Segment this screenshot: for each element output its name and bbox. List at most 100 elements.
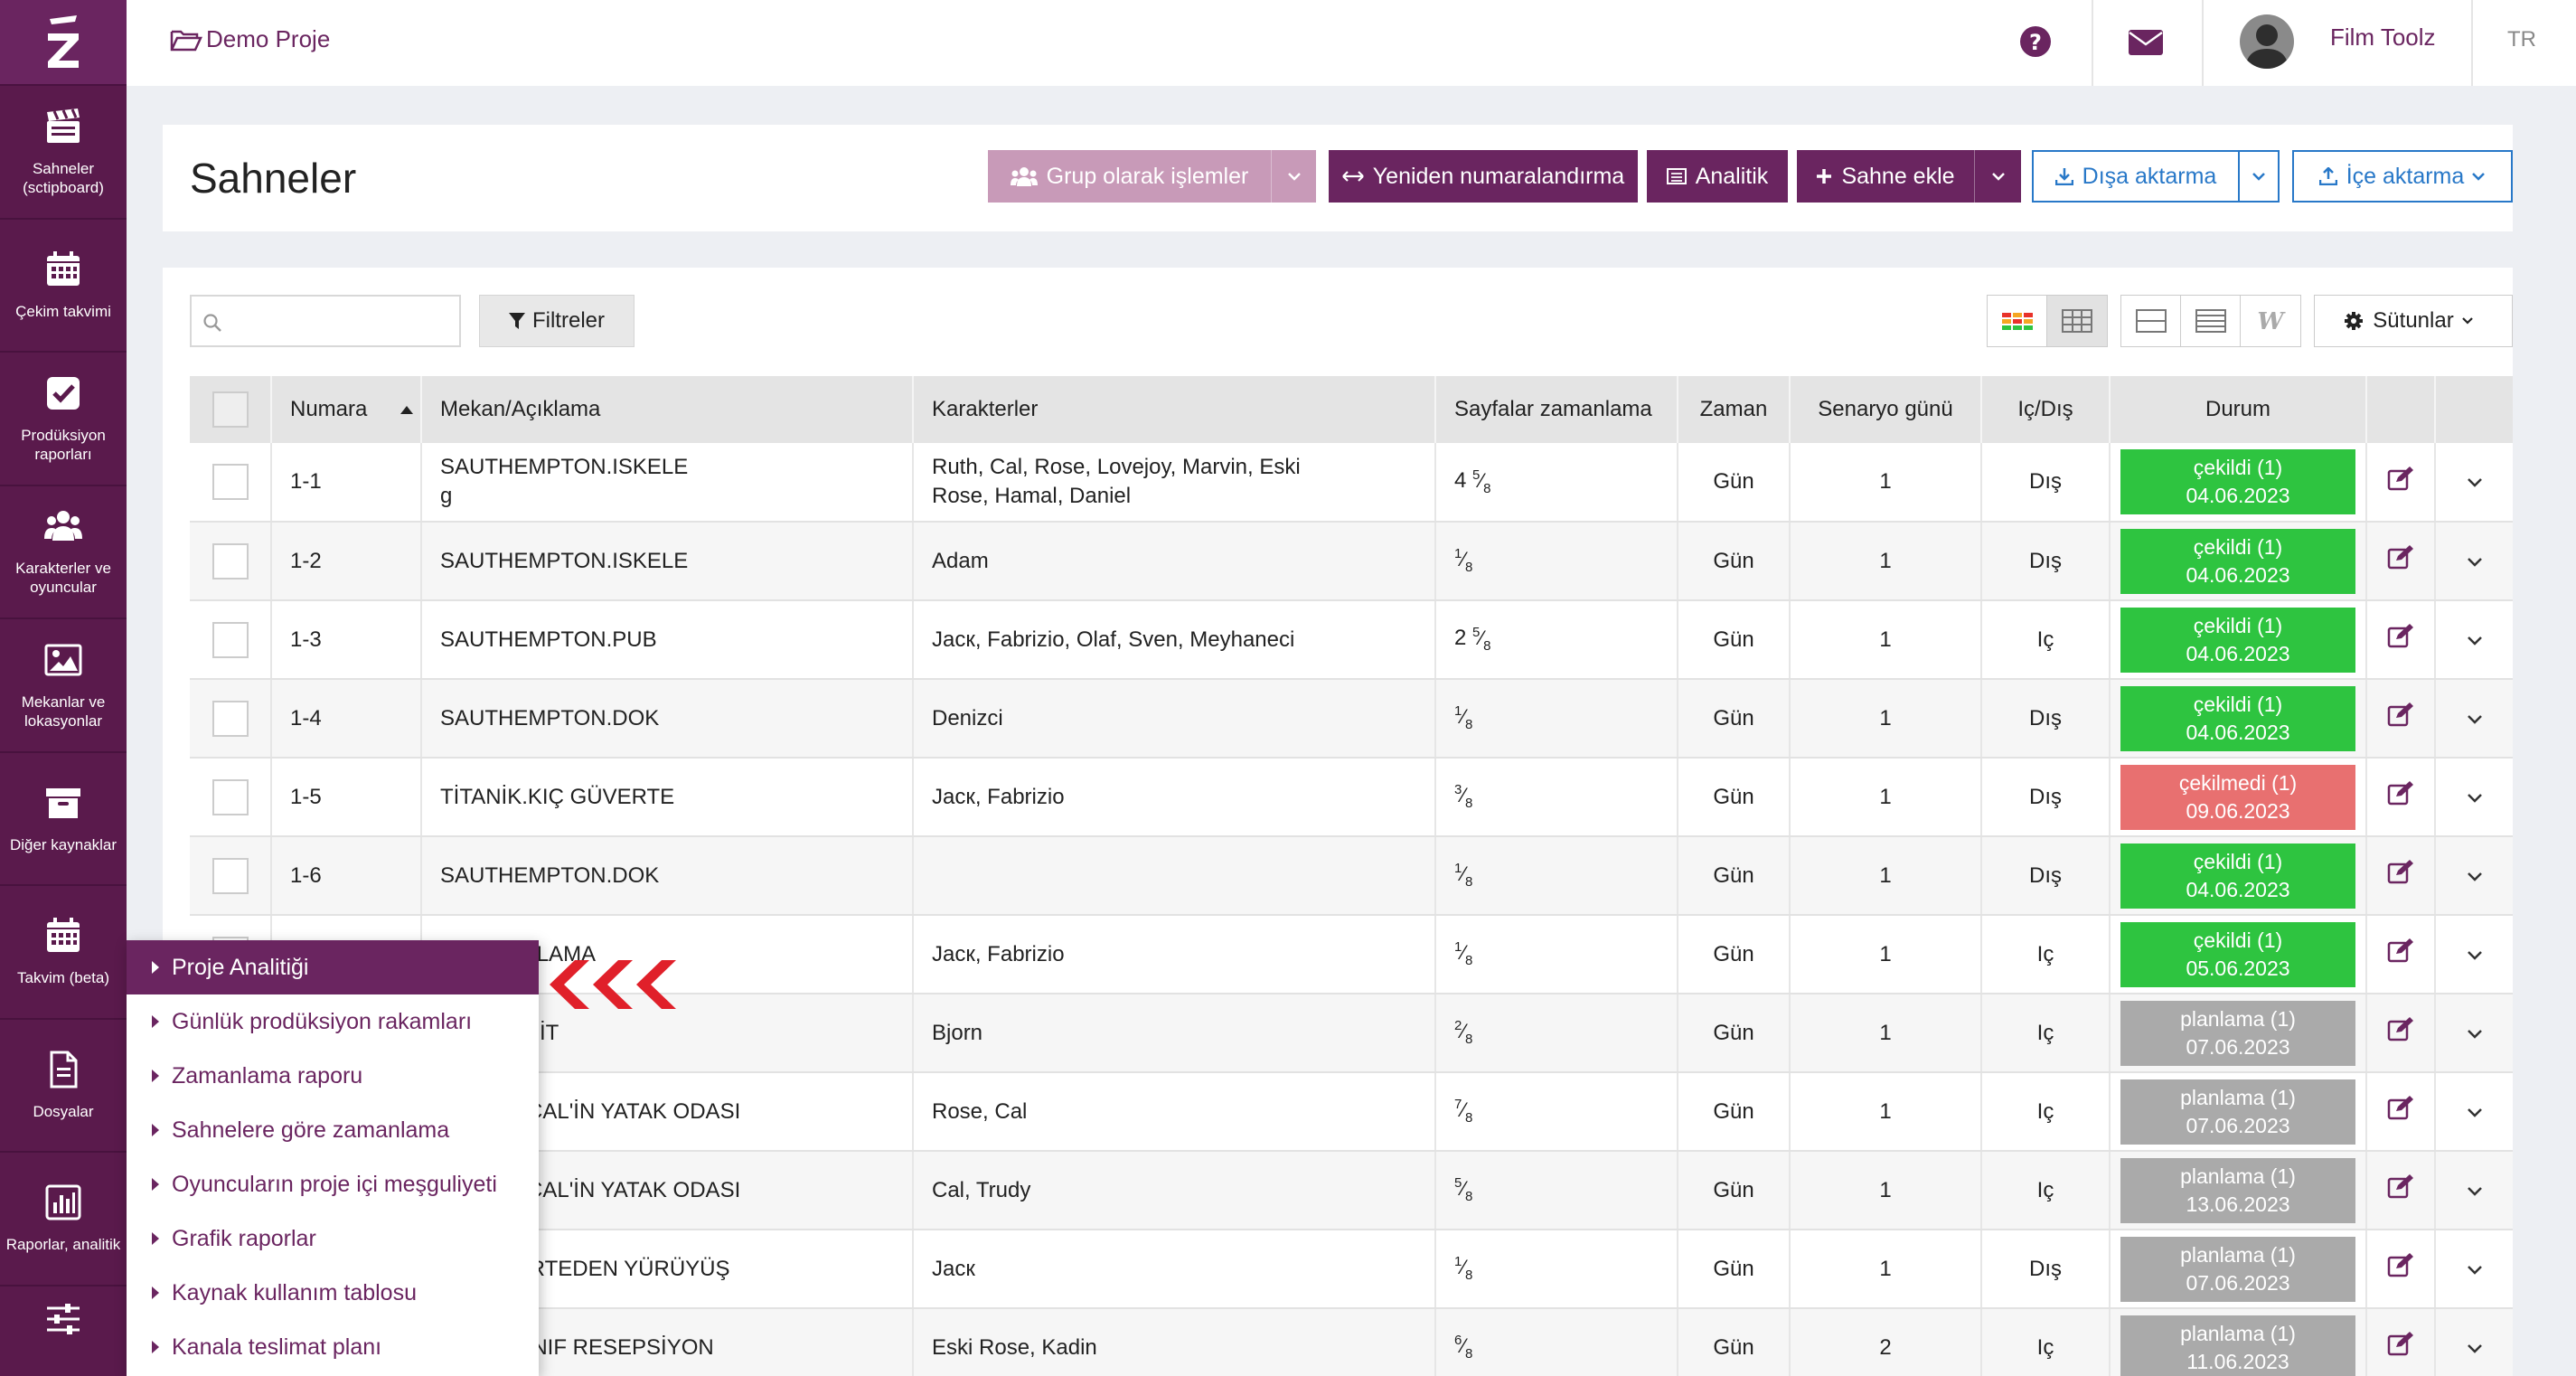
- search-input[interactable]: [231, 304, 448, 338]
- word-view-button[interactable]: W: [2241, 296, 2300, 346]
- edit-scene-button[interactable]: [2387, 544, 2414, 578]
- app-logo[interactable]: [0, 0, 127, 86]
- select-all-checkbox[interactable]: [212, 391, 249, 428]
- status-badge[interactable]: planlama (1) 13.06.2023: [2120, 1157, 2355, 1223]
- import-button[interactable]: İçe aktarma: [2292, 150, 2513, 203]
- nav-scenes[interactable]: Sahneler (sctipboard): [0, 86, 127, 220]
- list-view-button[interactable]: [2181, 296, 2241, 346]
- expand-row-button[interactable]: [2467, 467, 2483, 496]
- status-badge[interactable]: çekildi (1) 04.06.2023: [2120, 685, 2355, 751]
- columns-button[interactable]: Sütunlar: [2314, 295, 2513, 347]
- menu-item[interactable]: Proje Analitiği: [127, 940, 539, 994]
- row-checkbox[interactable]: [212, 464, 249, 500]
- avatar[interactable]: [2240, 14, 2294, 69]
- expand-row-button[interactable]: [2467, 862, 2483, 891]
- export-dropdown[interactable]: [2238, 150, 2280, 203]
- menu-item[interactable]: Kaynak kullanım tablosu: [127, 1266, 539, 1320]
- header-int-ext[interactable]: Iç/Dış: [1981, 376, 2111, 443]
- status-badge[interactable]: çekildi (1) 04.06.2023: [2120, 449, 2355, 514]
- table-row[interactable]: 1-4 SAUTHEMPTON.DOK Denizci 1⁄8 Gün 1 Dış çeki…: [190, 679, 2513, 759]
- nav-files[interactable]: Dosyalar: [0, 1020, 127, 1153]
- search-box[interactable]: [190, 295, 461, 347]
- menu-item[interactable]: Sahnelere göre zamanlama: [127, 1103, 539, 1157]
- table-row[interactable]: 1-3 SAUTHEMPTON.PUB Jacк, Fabrizio, Olaf, …: [190, 600, 2513, 680]
- menu-item[interactable]: Oyuncuların proje içi meşguliyeti: [127, 1157, 539, 1211]
- header-number[interactable]: Numara: [271, 376, 422, 443]
- status-badge[interactable]: çekildi (1) 05.06.2023: [2120, 921, 2355, 987]
- analytics-button[interactable]: Analitik: [1647, 150, 1788, 203]
- group-operations-dropdown[interactable]: [1271, 150, 1316, 203]
- expand-row-button[interactable]: [2467, 1334, 2483, 1362]
- edit-scene-button[interactable]: [2387, 702, 2414, 735]
- status-badge[interactable]: planlama (1) 07.06.2023: [2120, 1236, 2355, 1302]
- header-script-day[interactable]: Senaryo günü: [1790, 376, 1982, 443]
- edit-scene-button[interactable]: [2387, 780, 2414, 814]
- messages-button[interactable]: [2128, 29, 2164, 61]
- status-badge[interactable]: çekildi (1) 04.06.2023: [2120, 843, 2355, 909]
- expand-row-button[interactable]: [2467, 1176, 2483, 1205]
- expand-row-button[interactable]: [2467, 547, 2483, 576]
- nav-locations[interactable]: Mekanlar ve lokasyonlar: [0, 619, 127, 753]
- export-button[interactable]: Dışa aktarma: [2032, 150, 2240, 203]
- menu-item[interactable]: Zamanlama raporu: [127, 1049, 539, 1103]
- header-status[interactable]: Durum: [2110, 376, 2367, 443]
- menu-item[interactable]: Günlük prodüksiyon rakamları: [127, 994, 539, 1049]
- nav-production-reports[interactable]: Prodüksiyon raporları: [0, 353, 127, 486]
- menu-item[interactable]: Grafik raporlar: [127, 1211, 539, 1266]
- color-bars-view-button[interactable]: [1988, 296, 2047, 346]
- header-characters[interactable]: Karakterler: [913, 376, 1436, 443]
- status-badge[interactable]: çekilmedi (1) 09.06.2023: [2120, 764, 2355, 830]
- nav-characters-actors[interactable]: Karakterler ve oyuncular: [0, 486, 127, 619]
- expand-row-button[interactable]: [2467, 1255, 2483, 1284]
- nav-settings[interactable]: [0, 1286, 127, 1376]
- header-location[interactable]: Mekan/Açıklama: [421, 376, 914, 443]
- expand-row-button[interactable]: [2467, 1098, 2483, 1126]
- edit-scene-button[interactable]: [2387, 623, 2414, 656]
- language-switch[interactable]: TR: [2507, 27, 2536, 52]
- status-badge[interactable]: çekildi (1) 04.06.2023: [2120, 607, 2355, 673]
- edit-scene-button[interactable]: [2387, 1331, 2414, 1364]
- row-checkbox[interactable]: [212, 621, 249, 658]
- row-checkbox[interactable]: [212, 857, 249, 894]
- status-badge[interactable]: planlama (1) 11.06.2023: [2120, 1315, 2355, 1376]
- header-pages[interactable]: Sayfalar zamanlama: [1435, 376, 1678, 443]
- status-badge[interactable]: planlama (1) 07.06.2023: [2120, 1079, 2355, 1145]
- edit-scene-button[interactable]: [2387, 1252, 2414, 1286]
- split-view-button[interactable]: [2121, 296, 2181, 346]
- nav-other-resources[interactable]: Diğer kaynaklar: [0, 753, 127, 886]
- user-name[interactable]: Film Toolz: [2330, 24, 2436, 52]
- table-view-button[interactable]: [2047, 296, 2107, 346]
- edit-scene-button[interactable]: [2387, 466, 2414, 499]
- add-scene-button[interactable]: Sahne ekle: [1797, 150, 1974, 203]
- table-row[interactable]: 1-6 SAUTHEMPTON.DOK 1⁄8 Gün 1 Dış çekildi (1)…: [190, 836, 2513, 916]
- edit-scene-button[interactable]: [2387, 1095, 2414, 1128]
- status-badge[interactable]: çekildi (1) 04.06.2023: [2120, 528, 2355, 594]
- renumber-button[interactable]: Yeniden numaralandırma: [1329, 150, 1638, 203]
- expand-row-button[interactable]: [2467, 940, 2483, 969]
- project-breadcrumb[interactable]: Demo Proje: [170, 25, 330, 53]
- menu-item[interactable]: Kanala teslimat planı: [127, 1320, 539, 1374]
- row-checkbox[interactable]: [212, 700, 249, 737]
- edit-scene-button[interactable]: [2387, 938, 2414, 971]
- table-row[interactable]: 1-1 SAUTHEMPTON.ISKELE g Ruth, Cal, Rose, L…: [190, 443, 2513, 523]
- expand-row-button[interactable]: [2467, 783, 2483, 812]
- table-row[interactable]: 1-5 TİTANİK.KIÇ GÜVERTE Jacк, Fabrizio 3⁄8…: [190, 758, 2513, 837]
- edit-scene-button[interactable]: [2387, 1016, 2414, 1050]
- filters-button[interactable]: Filtreler: [479, 295, 635, 347]
- edit-scene-button[interactable]: [2387, 859, 2414, 892]
- status-badge[interactable]: planlama (1) 07.06.2023: [2120, 1000, 2355, 1066]
- row-checkbox[interactable]: [212, 778, 249, 815]
- row-checkbox[interactable]: [212, 542, 249, 580]
- edit-scene-button[interactable]: [2387, 1173, 2414, 1207]
- group-operations-button[interactable]: Grup olarak işlemler: [988, 150, 1271, 203]
- expand-row-button[interactable]: [2467, 626, 2483, 655]
- header-time[interactable]: Zaman: [1678, 376, 1791, 443]
- help-button[interactable]: ?: [2019, 25, 2052, 62]
- nav-shooting-schedule[interactable]: Çekim takvimi: [0, 220, 127, 353]
- table-row[interactable]: 1-2 SAUTHEMPTON.ISKELE Adam 1⁄8 Gün 1 Dış çeki…: [190, 522, 2513, 601]
- add-scene-dropdown[interactable]: [1974, 150, 2021, 203]
- nav-reports-analytics[interactable]: Raporlar, analitik: [0, 1153, 127, 1286]
- expand-row-button[interactable]: [2467, 1019, 2483, 1048]
- nav-calendar-beta[interactable]: Takvim (beta): [0, 886, 127, 1020]
- expand-row-button[interactable]: [2467, 704, 2483, 733]
